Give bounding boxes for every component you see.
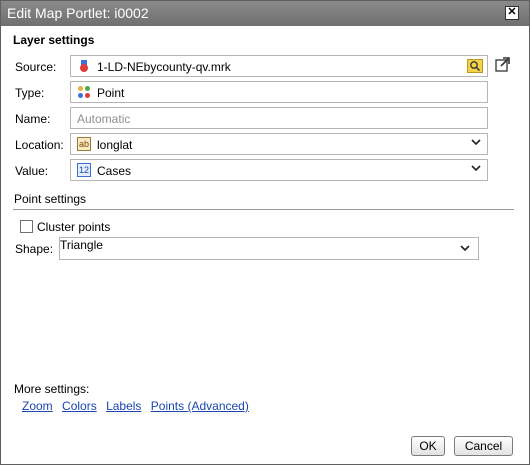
name-placeholder: Automatic [77,112,131,126]
location-value: longlat [97,138,133,152]
edit-map-portlet-dialog: Edit Map Portlet: i0002 ✕ Layer settings… [0,0,530,465]
shape-value: Triangle [60,238,103,252]
location-select[interactable]: ab longlat [70,133,488,155]
more-settings-links: Zoom Colors Labels Points (Advanced) [22,399,255,413]
shape-select[interactable]: Triangle [59,237,479,260]
numeric-type-icon: 12 [77,163,91,177]
title-bar[interactable]: Edit Map Portlet: i0002 ✕ [1,1,529,26]
type-value: Point [97,86,125,100]
text-type-icon: ab [77,137,91,151]
cluster-points-label[interactable]: Cluster points [37,220,110,234]
point-layer-icon [78,86,90,98]
ok-button[interactable]: OK [411,436,445,456]
name-input[interactable]: Automatic [70,107,488,129]
value-value: Cases [97,164,132,178]
location-label: Location: [15,138,64,152]
value-select[interactable]: 12 Cases [70,159,488,181]
type-field: Point [70,81,488,103]
layer-settings-heading: Layer settings [13,33,95,47]
source-value: 1-LD-NEbycounty-qv.mrk [97,60,231,74]
section-divider [13,209,514,210]
chevron-down-icon[interactable] [471,137,481,147]
marker-file-icon [80,60,88,72]
colors-link[interactable]: Colors [62,399,97,413]
zoom-link[interactable]: Zoom [22,399,53,413]
type-label: Type: [15,86,45,100]
more-settings-heading: More settings: [14,382,90,396]
open-external-icon[interactable] [495,57,510,72]
shape-label: Shape: [15,242,54,256]
search-icon[interactable] [467,59,483,73]
name-label: Name: [15,112,51,126]
dialog-content: Layer settings Source: 1-LD-NEbycounty-q… [1,26,529,464]
close-icon[interactable]: ✕ [505,6,519,20]
dialog-title: Edit Map Portlet: i0002 [7,5,149,21]
value-label: Value: [15,164,49,178]
point-settings-heading: Point settings [14,192,87,206]
points-advanced-link[interactable]: Points (Advanced) [151,399,249,413]
chevron-down-icon[interactable] [471,163,481,173]
labels-link[interactable]: Labels [106,399,141,413]
chevron-down-icon[interactable] [460,243,470,253]
source-label: Source: [15,60,57,74]
source-field[interactable]: 1-LD-NEbycounty-qv.mrk [70,55,488,77]
cluster-points-checkbox[interactable] [20,220,33,233]
cancel-button[interactable]: Cancel [454,436,513,456]
